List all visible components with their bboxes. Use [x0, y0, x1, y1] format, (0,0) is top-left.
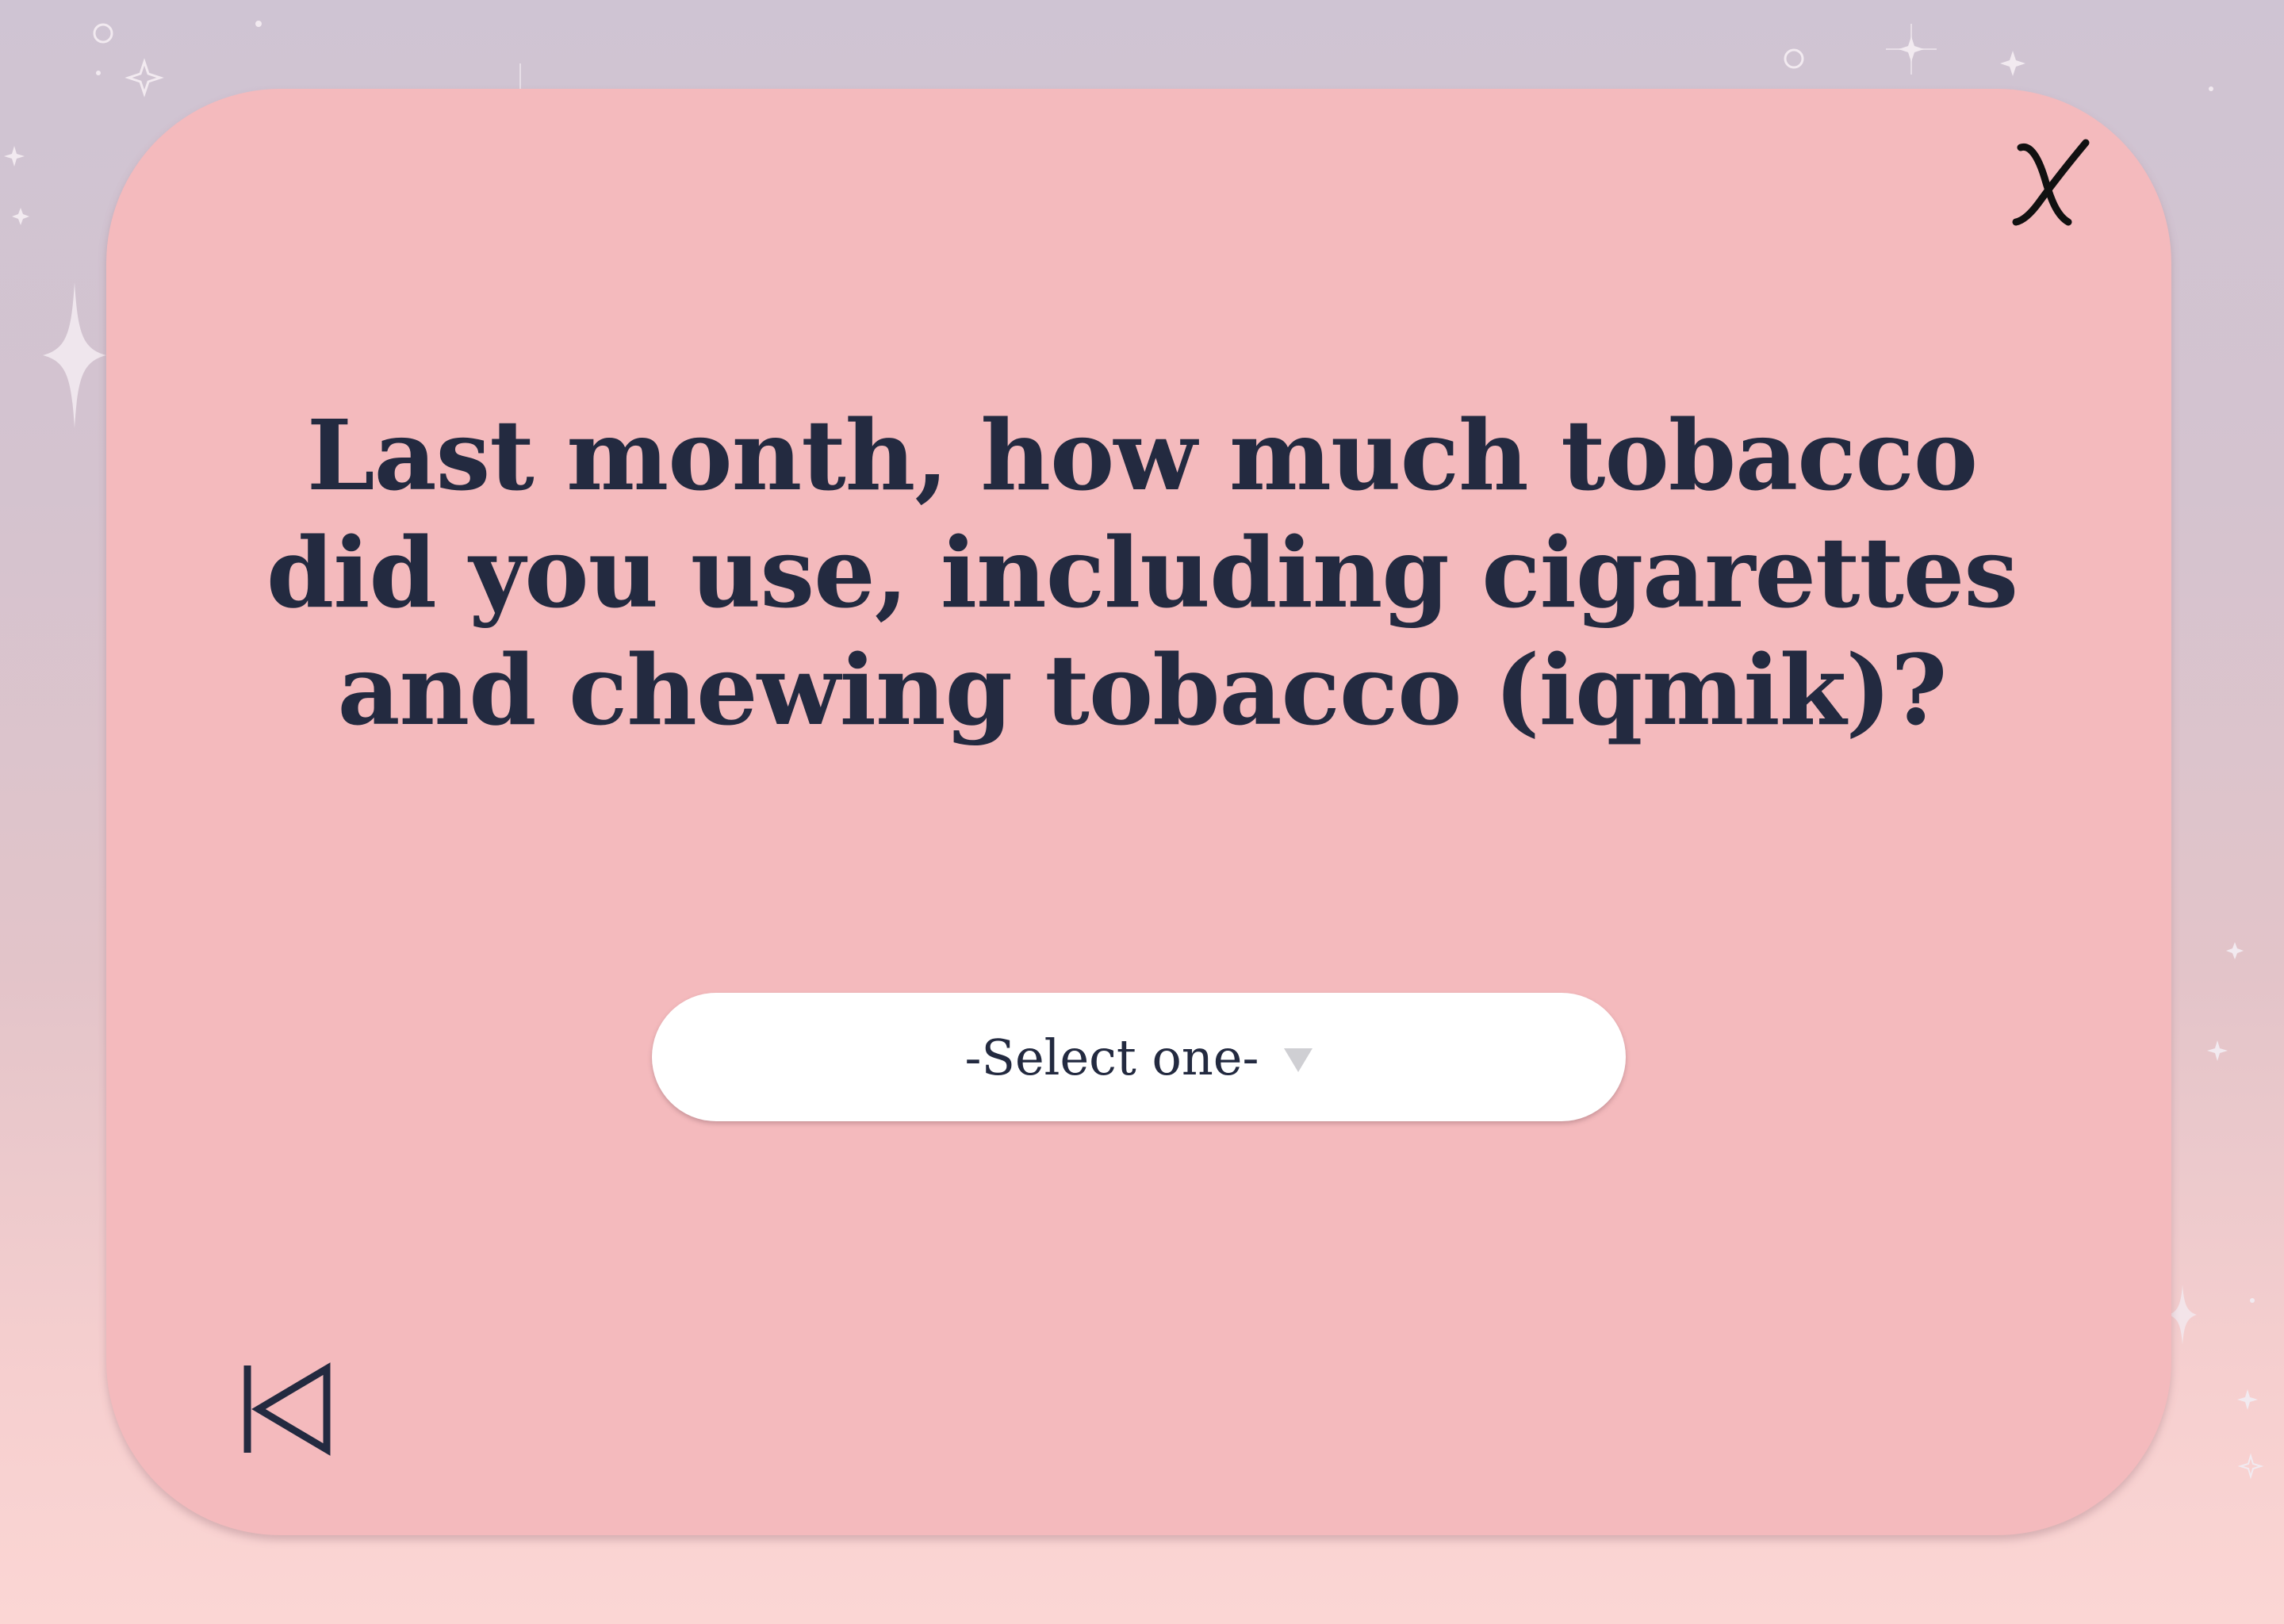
dropdown-selected-value: -Select one-: [964, 1028, 1259, 1086]
skip-back-icon: [243, 1362, 331, 1456]
question-text: Last month, how much tobacco did you use…: [266, 398, 2018, 747]
close-icon: [2012, 139, 2090, 226]
answer-dropdown[interactable]: -Select one-: [652, 993, 1626, 1121]
back-button[interactable]: [238, 1361, 336, 1459]
chevron-down-icon: [1284, 1048, 1313, 1072]
close-button[interactable]: [2006, 133, 2094, 236]
question-card: [106, 89, 2171, 1535]
